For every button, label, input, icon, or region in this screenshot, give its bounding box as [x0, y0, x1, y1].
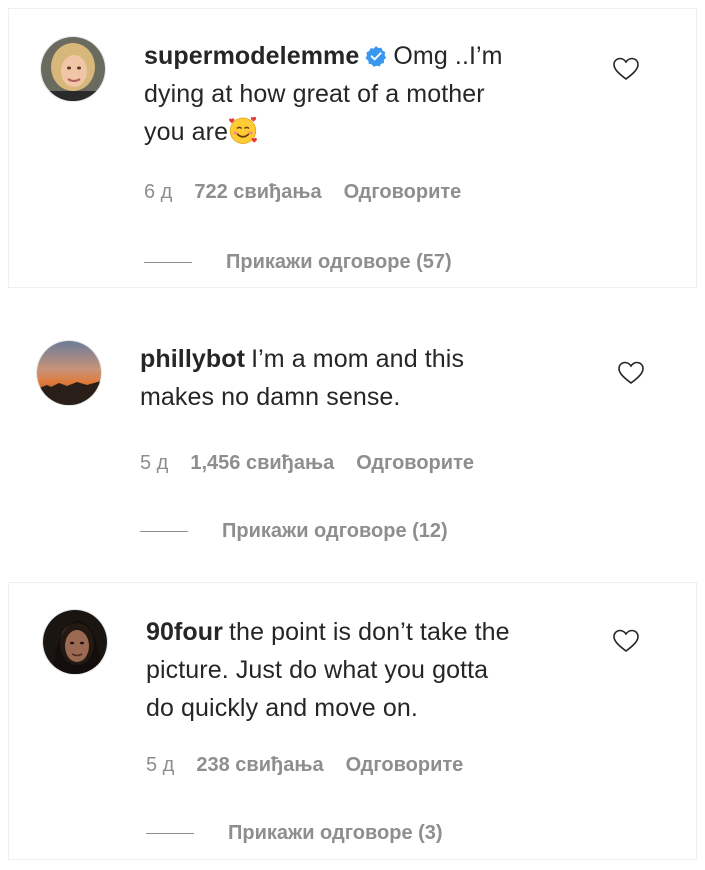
- comment-time[interactable]: 5 д: [140, 452, 168, 474]
- view-replies-label: Прикажи одговоре (12): [222, 520, 448, 542]
- avatar[interactable]: [40, 36, 106, 102]
- comment-text-line: do quickly and move on.: [146, 694, 418, 722]
- comment-meta: 5 д 238 свиђања Одговорите: [146, 754, 485, 777]
- avatar-image: [43, 610, 107, 674]
- view-replies-label: Прикажи одговоре (57): [226, 251, 452, 273]
- likes-count[interactable]: 238 свиђања: [196, 754, 323, 776]
- comment-text-line: dying at how great of a mother: [144, 80, 485, 108]
- likes-count[interactable]: 1,456 свиђања: [190, 452, 334, 474]
- view-replies-button[interactable]: Прикажи одговоре (3): [146, 822, 443, 845]
- reply-button[interactable]: Одговорите: [344, 181, 462, 203]
- username-link[interactable]: phillybot: [140, 345, 245, 373]
- comment-card: phillybot I’m a mom and this makes no dam…: [0, 302, 705, 574]
- avatar-image: [41, 37, 105, 101]
- avatar-image: [37, 341, 101, 405]
- comment-time[interactable]: 6 д: [144, 181, 172, 203]
- comment-meta: 5 д 1,456 свиђања Одговорите: [140, 452, 496, 475]
- avatar[interactable]: [42, 609, 108, 675]
- divider-line: [146, 833, 194, 835]
- divider-line: [140, 531, 188, 533]
- comment-text: supermodelemme Omg ..I’m dying at how gre…: [144, 37, 574, 151]
- like-heart-icon[interactable]: [617, 360, 645, 386]
- like-heart-icon[interactable]: [612, 628, 640, 654]
- verified-badge-icon: [365, 46, 387, 67]
- username-link[interactable]: supermodelemme: [144, 42, 359, 70]
- comment-card: 90four the point is don’t take the pictur…: [8, 582, 697, 860]
- comment-meta: 6 д 722 свиђања Одговорите: [144, 181, 483, 204]
- comment-card: supermodelemme Omg ..I’m dying at how gre…: [8, 8, 697, 288]
- comment-text-line: makes no damn sense.: [140, 383, 401, 411]
- reply-button[interactable]: Одговорите: [346, 754, 464, 776]
- avatar[interactable]: [36, 340, 102, 406]
- view-replies-label: Прикажи одговоре (3): [228, 822, 443, 844]
- comment-text: 90four the point is don’t take the pictur…: [146, 613, 586, 727]
- comment-text-line: Omg ..I’m: [393, 42, 503, 70]
- like-heart-icon[interactable]: [612, 56, 640, 82]
- comment-text-line: picture. Just do what you gotta: [146, 656, 489, 684]
- comment-text: phillybot I’m a mom and this makes no dam…: [140, 340, 580, 416]
- comment-text-line: the point is don’t take the: [229, 618, 510, 646]
- divider-line: [144, 262, 192, 264]
- smiling-face-with-hearts-icon: [229, 116, 258, 144]
- comment-text-line: I’m a mom and this: [251, 345, 465, 373]
- comment-time[interactable]: 5 д: [146, 754, 174, 776]
- comment-text-line: you are: [144, 118, 229, 146]
- reply-button[interactable]: Одговорите: [356, 452, 474, 474]
- username-link[interactable]: 90four: [146, 618, 223, 646]
- likes-count[interactable]: 722 свиђања: [194, 181, 321, 203]
- view-replies-button[interactable]: Прикажи одговоре (57): [144, 251, 452, 274]
- view-replies-button[interactable]: Прикажи одговоре (12): [140, 520, 448, 543]
